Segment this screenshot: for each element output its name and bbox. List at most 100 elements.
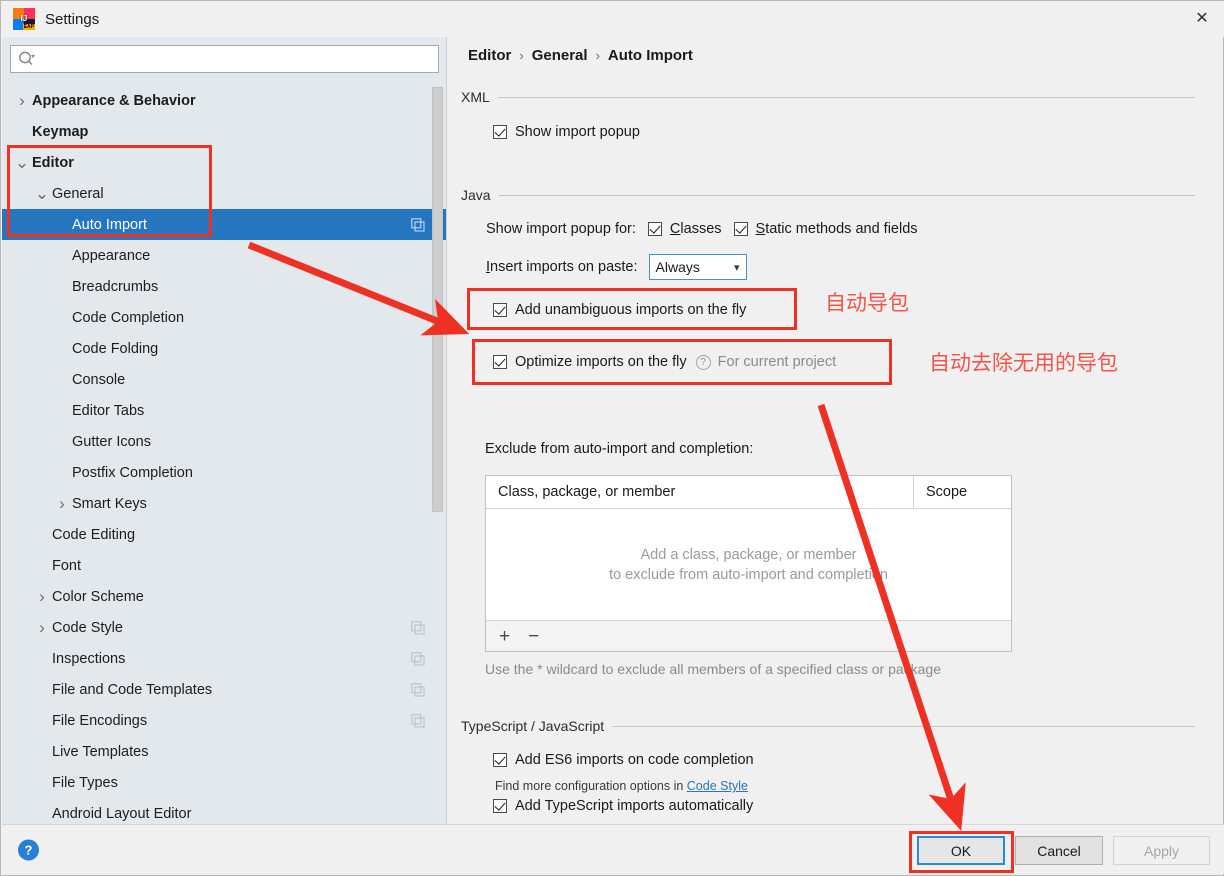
- add-button[interactable]: +: [499, 627, 510, 646]
- sidebar-item-console[interactable]: Console: [2, 364, 447, 395]
- sidebar-item-label: Auto Import: [72, 216, 147, 233]
- sidebar-item-label: Console: [72, 371, 126, 388]
- sidebar-item-appearance[interactable]: Appearance: [2, 240, 447, 271]
- sidebar-item-code-completion[interactable]: Code Completion: [2, 302, 447, 333]
- checkbox-static-methods-label: Static methods and fields: [755, 221, 918, 237]
- sidebar-item-label: Smart Keys: [72, 495, 147, 512]
- sidebar-item-file-encodings[interactable]: File Encodings: [2, 705, 447, 736]
- sidebar-item-file-types[interactable]: File Types: [2, 767, 447, 798]
- group-divider: [497, 96, 1195, 98]
- sidebar-item-label: Code Style: [52, 619, 123, 636]
- copy-settings-icon: [411, 651, 425, 666]
- settings-dialog: IJ EAP Settings ✕ › Appearance & Behavior K…: [0, 0, 1224, 876]
- sidebar-item-auto-import[interactable]: Auto Import: [2, 209, 447, 240]
- ok-button[interactable]: OK: [917, 836, 1005, 865]
- checkbox-box[interactable]: [493, 355, 507, 369]
- breadcrumb-general[interactable]: General: [532, 47, 588, 64]
- checkbox-box[interactable]: [493, 753, 507, 767]
- checkbox-box[interactable]: [493, 303, 507, 317]
- sidebar-item-general[interactable]: ⌄ General: [2, 178, 447, 209]
- cancel-button[interactable]: Cancel: [1015, 836, 1103, 865]
- sidebar-item-label: Editor Tabs: [72, 402, 145, 419]
- checkbox-classes[interactable]: [647, 222, 662, 236]
- checkbox-label: Show import popup: [515, 124, 640, 140]
- sidebar-item-smart-keys[interactable]: › Smart Keys: [2, 488, 447, 519]
- copy-settings-icon: [411, 217, 425, 232]
- sidebar-item-label: File and Code Templates: [52, 681, 213, 698]
- exclude-table[interactable]: Class, package, or member Scope Add a cl…: [485, 475, 1012, 652]
- sidebar-item-inspections[interactable]: Inspections: [2, 643, 447, 674]
- sidebar-scrollbar-thumb[interactable]: [432, 87, 443, 512]
- insert-imports-on-paste-label: Insert imports on paste:: [486, 259, 638, 275]
- sidebar-item-label: Font: [52, 557, 82, 574]
- sidebar-item-breadcrumbs[interactable]: Breadcrumbs: [2, 271, 447, 302]
- sidebar-item-label: Code Folding: [72, 340, 159, 357]
- sidebar-item-editor-tabs[interactable]: Editor Tabs: [2, 395, 447, 426]
- note-prefix: Find more configuration options in: [495, 779, 687, 793]
- checkbox-optimize-imports[interactable]: Optimize imports on the fly ? For curren…: [493, 354, 836, 370]
- optimize-imports-scope: For current project: [717, 354, 837, 370]
- group-xml: XML: [461, 89, 1195, 105]
- chevron-right-icon[interactable]: ›: [34, 618, 50, 637]
- search-icon: [17, 49, 37, 69]
- checkbox-show-import-popup-xml[interactable]: Show import popup: [493, 124, 640, 140]
- sidebar-item-android-layout-editor[interactable]: Android Layout Editor: [2, 798, 447, 826]
- empty-state-line-2: to exclude from auto-import and completi…: [609, 566, 888, 583]
- chevron-down-icon[interactable]: ⌄: [14, 154, 30, 171]
- checkbox-box[interactable]: [493, 125, 507, 139]
- sidebar-item-code-editing[interactable]: Code Editing: [2, 519, 447, 550]
- empty-state-line-1: Add a class, package, or member: [640, 546, 857, 563]
- chevron-right-icon[interactable]: ›: [14, 91, 30, 110]
- settings-tree[interactable]: › Appearance & Behavior Keymap ⌄ Editor ⌄ Gene…: [2, 85, 447, 826]
- breadcrumb: Editor › General › Auto Import: [468, 47, 693, 64]
- help-button[interactable]: ?: [18, 839, 39, 860]
- search-input[interactable]: [37, 47, 432, 71]
- sidebar-item-appearance-behavior[interactable]: › Appearance & Behavior: [2, 85, 447, 116]
- table-toolbar: + −: [486, 620, 1011, 651]
- show-import-popup-for-label: Show import popup for:: [486, 221, 636, 237]
- sidebar-item-gutter-icons[interactable]: Gutter Icons: [2, 426, 447, 457]
- sidebar-item-code-style[interactable]: › Code Style: [2, 612, 447, 643]
- sidebar-item-keymap[interactable]: Keymap: [2, 116, 447, 147]
- remove-button: −: [528, 625, 540, 647]
- sidebar-item-label: File Encodings: [52, 712, 148, 729]
- exclude-label: Exclude from auto-import and completion:: [485, 441, 754, 457]
- chevron-down-icon[interactable]: ⌄: [34, 185, 50, 202]
- sidebar-item-code-folding[interactable]: Code Folding: [2, 333, 447, 364]
- sidebar-item-label: Live Templates: [52, 743, 149, 760]
- chevron-right-icon[interactable]: ›: [54, 494, 70, 513]
- group-divider: [498, 194, 1195, 196]
- column-header-scope[interactable]: Scope: [914, 476, 1011, 508]
- settings-sidebar: › Appearance & Behavior Keymap ⌄ Editor ⌄ Gene…: [2, 37, 447, 826]
- settings-content: Editor › General › Auto Import XML Show …: [448, 37, 1222, 826]
- checkbox-add-typescript-imports[interactable]: Add TypeScript imports automatically: [493, 798, 753, 814]
- chevron-down-icon: ▾: [734, 261, 740, 274]
- checkbox-box[interactable]: [493, 799, 507, 813]
- close-icon[interactable]: ✕: [1179, 1, 1224, 35]
- checkbox-static-methods[interactable]: [733, 222, 748, 236]
- checkbox-add-es6-imports[interactable]: Add ES6 imports on code completion: [493, 752, 754, 768]
- sidebar-item-font[interactable]: Font: [2, 550, 447, 581]
- checkbox-add-unambiguous-imports[interactable]: Add unambiguous imports on the fly: [493, 302, 746, 318]
- code-style-link[interactable]: Code Style: [687, 779, 748, 793]
- chevron-right-icon: ›: [519, 48, 524, 63]
- sidebar-item-label: Inspections: [52, 650, 126, 667]
- sidebar-item-editor[interactable]: ⌄ Editor: [2, 147, 447, 178]
- search-box[interactable]: [10, 45, 439, 73]
- breadcrumb-editor[interactable]: Editor: [468, 47, 511, 64]
- insert-imports-on-paste-select[interactable]: Always ▾: [648, 254, 747, 280]
- wildcard-hint: Use the * wildcard to exclude all member…: [485, 661, 941, 677]
- copy-settings-icon: [411, 620, 425, 635]
- sidebar-item-label: General: [52, 185, 104, 202]
- sidebar-item-color-scheme[interactable]: › Color Scheme: [2, 581, 447, 612]
- group-title-typescript: TypeScript / JavaScript: [461, 718, 605, 734]
- column-header-class[interactable]: Class, package, or member: [486, 476, 914, 508]
- sidebar-item-label: Keymap: [32, 123, 89, 140]
- chevron-right-icon[interactable]: ›: [34, 587, 50, 606]
- help-circle-icon[interactable]: ?: [695, 354, 711, 370]
- copy-settings-icon: [411, 682, 425, 697]
- table-empty-state: Add a class, package, or member to exclu…: [486, 509, 1011, 620]
- sidebar-item-file-and-code-templates[interactable]: File and Code Templates: [2, 674, 447, 705]
- sidebar-item-postfix-completion[interactable]: Postfix Completion: [2, 457, 447, 488]
- sidebar-item-live-templates[interactable]: Live Templates: [2, 736, 447, 767]
